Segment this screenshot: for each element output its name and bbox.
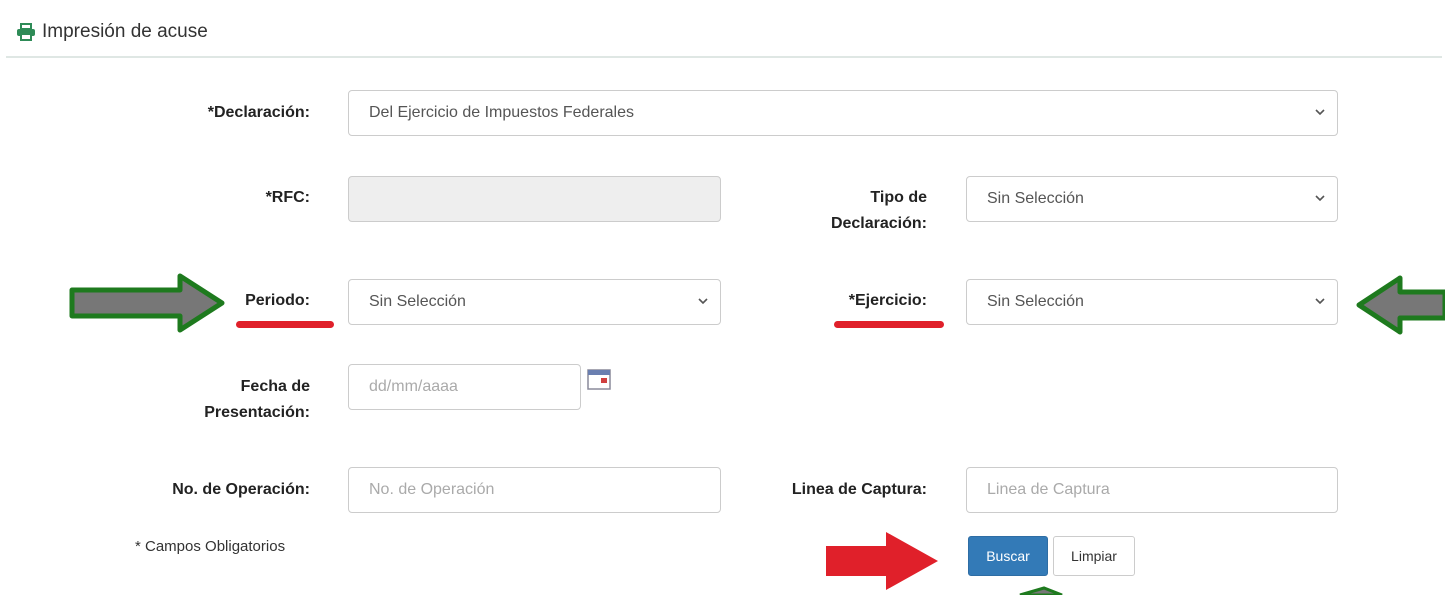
linea-captura-input[interactable]: Linea de Captura [966, 467, 1338, 513]
fecha-presentacion-label: Fecha de Presentación: [204, 378, 310, 421]
declaracion-select[interactable]: Del Ejercicio de Impuestos Federales [348, 90, 1338, 136]
buscar-button[interactable]: Buscar [968, 536, 1048, 576]
no-operacion-input[interactable]: No. de Operación [348, 467, 721, 513]
annotation-arrow-left-icon [1356, 275, 1445, 335]
annotation-arrow-right-icon [69, 273, 225, 333]
annotation-underline-ejercicio [834, 321, 944, 328]
periodo-select[interactable]: Sin Selección [348, 279, 721, 325]
ejercicio-label: *Ejercicio: [848, 292, 927, 309]
fecha-presentacion-input[interactable]: dd/mm/aaaa [348, 364, 581, 410]
required-fields-note: * Campos Obligatorios [135, 538, 286, 555]
ejercicio-select[interactable]: Sin Selección [966, 279, 1338, 325]
printer-icon [17, 23, 35, 41]
annotation-underline-periodo [236, 321, 334, 328]
chevron-down-icon [1315, 298, 1325, 305]
no-operacion-label: No. de Operación: [172, 481, 310, 498]
rfc-input [348, 176, 721, 222]
chevron-down-icon [1315, 195, 1325, 202]
annotation-arrow-red-icon [826, 532, 938, 590]
calendar-icon[interactable] [587, 368, 611, 390]
chevron-down-icon [1315, 109, 1325, 116]
limpiar-button[interactable]: Limpiar [1053, 536, 1135, 576]
tipo-declaracion-label: Tipo de Declaración: [830, 189, 927, 232]
panel-header: Impresión de acuse [6, 8, 1442, 58]
declaracion-value: Del Ejercicio de Impuestos Federales [369, 104, 635, 121]
rfc-label: *RFC: [265, 189, 310, 206]
panel-title: Impresión de acuse [42, 21, 208, 42]
chevron-down-icon [698, 298, 708, 305]
annotation-arrow-partial-icon [1019, 586, 1063, 595]
linea-captura-label: Linea de Captura: [791, 481, 927, 498]
tipo-declaracion-select[interactable]: Sin Selección [966, 176, 1338, 222]
declaracion-label: *Declaración: [207, 104, 310, 121]
